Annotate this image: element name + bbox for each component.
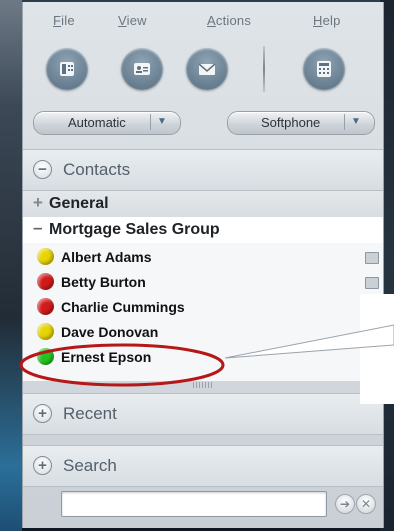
group-mortgage-sales[interactable]: – Mortgage Sales Group	[23, 217, 383, 243]
presence-status-icon	[37, 298, 54, 315]
chevron-down-icon: ▼	[344, 114, 367, 130]
background-photo-strip	[0, 0, 22, 531]
contact-card-icon	[134, 63, 150, 75]
device-select-value: Softphone	[261, 115, 321, 130]
collapse-icon: –	[33, 218, 43, 237]
dialpad-button[interactable]	[303, 48, 345, 90]
softphone-window: File View Actions Help Automatic ▼ Softp…	[22, 2, 384, 528]
arrow-right-icon[interactable]: ➔	[335, 494, 355, 514]
contact-row[interactable]: Albert Adams	[23, 245, 383, 270]
contact-row[interactable]: Charlie Cummings	[23, 295, 383, 320]
contact-card-icon[interactable]	[365, 252, 379, 264]
menu-bar: File View Actions Help	[23, 2, 383, 36]
toolbar-separator	[263, 46, 265, 92]
expand-icon: +	[33, 404, 52, 423]
recent-section-header[interactable]: + Recent	[23, 393, 383, 435]
search-input[interactable]	[61, 491, 327, 517]
chevron-down-icon: ▼	[150, 114, 173, 130]
status-select[interactable]: Automatic ▼	[33, 111, 181, 135]
expand-icon: +	[33, 456, 52, 475]
contact-name: Dave Donovan	[61, 324, 159, 340]
list-resize-grip[interactable]	[193, 382, 213, 388]
phone-icon	[60, 62, 74, 76]
contacts-section-title: Contacts	[63, 160, 131, 179]
dialpad-icon	[317, 61, 331, 77]
status-select-value: Automatic	[68, 115, 126, 130]
contact-card-icon[interactable]	[365, 277, 379, 289]
expand-icon: +	[33, 193, 43, 212]
presence-status-icon	[37, 248, 54, 265]
contact-name: Charlie Cummings	[61, 299, 185, 315]
menu-view[interactable]: View	[118, 13, 147, 28]
presence-status-icon	[37, 323, 54, 340]
contact-card-button[interactable]	[121, 48, 163, 90]
mail-icon	[198, 63, 216, 75]
recent-section-title: Recent	[63, 404, 117, 423]
presence-status-icon	[37, 348, 54, 365]
contact-row[interactable]: Ernest Epson	[23, 345, 383, 370]
search-section-header[interactable]: + Search	[23, 445, 383, 487]
contact-name: Betty Burton	[61, 274, 146, 290]
contact-name: Ernest Epson	[61, 349, 152, 365]
group-general[interactable]: + General	[23, 191, 383, 217]
menu-actions[interactable]: Actions	[207, 13, 251, 28]
presence-status-icon	[37, 273, 54, 290]
menu-help[interactable]: Help	[313, 13, 341, 28]
group-label: General	[49, 195, 109, 212]
message-button[interactable]	[186, 48, 228, 90]
clear-icon[interactable]: ✕	[356, 494, 376, 514]
menu-file[interactable]: File	[53, 13, 75, 28]
contacts-section-header[interactable]: − Contacts	[23, 149, 383, 191]
call-button[interactable]	[46, 48, 88, 90]
search-section-title: Search	[63, 456, 117, 475]
contact-row[interactable]: Dave Donovan	[23, 320, 383, 345]
group-label: Mortgage Sales Group	[49, 221, 220, 238]
callout-box	[360, 294, 394, 404]
contact-name: Albert Adams	[61, 249, 152, 265]
device-select[interactable]: Softphone ▼	[227, 111, 375, 135]
collapse-icon: −	[33, 160, 52, 179]
contact-row[interactable]: Betty Burton	[23, 270, 383, 295]
